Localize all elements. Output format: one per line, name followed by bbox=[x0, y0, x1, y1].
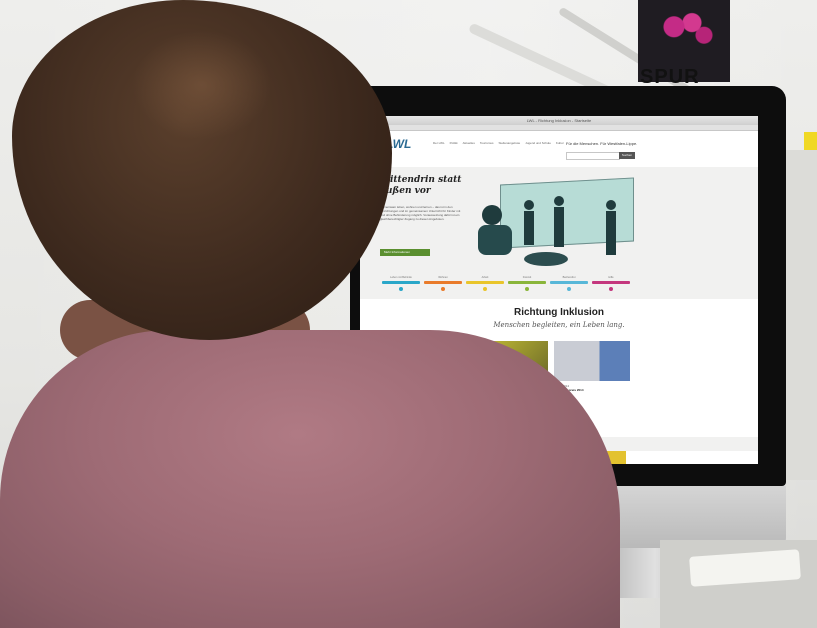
hero-text: Gemeinsam leben, wohnen und lernen – das… bbox=[380, 205, 461, 221]
search-input[interactable] bbox=[566, 152, 620, 160]
step-label: Leben mit Behinde bbox=[390, 276, 412, 279]
classroom-figures-illustration bbox=[478, 196, 616, 266]
step-item[interactable]: Wohnen bbox=[424, 276, 462, 291]
step-dot bbox=[567, 287, 571, 291]
news-thumbnail bbox=[554, 341, 630, 381]
step-dot bbox=[441, 287, 445, 291]
hero-illustration bbox=[466, 177, 634, 271]
top-navigation: Der LWL Politik Aktuelles Tourismus Stel… bbox=[433, 141, 564, 145]
step-dot bbox=[399, 287, 403, 291]
step-item[interactable]: Barrierefrei bbox=[550, 276, 588, 291]
section-subtitle: Menschen begleiten, ein Leben lang. bbox=[493, 321, 625, 329]
person-shirt bbox=[0, 330, 620, 628]
hero-banner: Mittendrin statt außen vor Gemeinsam leb… bbox=[360, 167, 758, 299]
browser-titlebar: LWL - Richtung Inklusion - Startseite bbox=[360, 116, 758, 125]
hero-title: Mittendrin statt außen vor bbox=[380, 175, 470, 197]
site-tagline: Für die Menschen. Für Westfalen-Lippe. bbox=[566, 141, 638, 146]
more-info-button[interactable]: Mehr Informationen bbox=[380, 249, 430, 256]
step-item[interactable]: Freizeit bbox=[508, 276, 546, 291]
nav-item[interactable]: Kultur bbox=[556, 141, 564, 145]
category-steps: Leben mit Behinde Wohnen Arbeit Freizeit… bbox=[382, 276, 630, 291]
hero-title-line: Mittendrin statt bbox=[380, 175, 462, 185]
step-dot bbox=[609, 287, 613, 291]
search-button[interactable]: Suchen bbox=[619, 152, 635, 159]
nav-item[interactable]: Tourismus bbox=[480, 141, 494, 145]
nav-item[interactable]: Aktuelles bbox=[463, 141, 475, 145]
nav-item[interactable]: Jugend und Schule bbox=[525, 141, 551, 145]
step-label: Wohnen bbox=[438, 276, 448, 279]
step-label: Hilfe bbox=[608, 276, 614, 279]
step-label: Barrierefrei bbox=[562, 276, 576, 279]
step-item[interactable]: Arbeit bbox=[466, 276, 504, 291]
hero-title-line: außen vor bbox=[380, 186, 431, 196]
step-item[interactable]: Hilfe bbox=[592, 276, 630, 291]
step-label: Freizeit bbox=[522, 276, 532, 279]
step-dot bbox=[525, 287, 529, 291]
section-title: Richtung Inklusion bbox=[514, 307, 604, 318]
nav-item[interactable]: Politik bbox=[450, 141, 458, 145]
nav-item[interactable]: Der LWL bbox=[433, 141, 445, 145]
nav-item[interactable]: Stellenangebote bbox=[499, 141, 521, 145]
step-dot bbox=[483, 287, 487, 291]
step-item[interactable]: Leben mit Behinde bbox=[382, 276, 420, 291]
step-label: Arbeit bbox=[481, 276, 489, 279]
